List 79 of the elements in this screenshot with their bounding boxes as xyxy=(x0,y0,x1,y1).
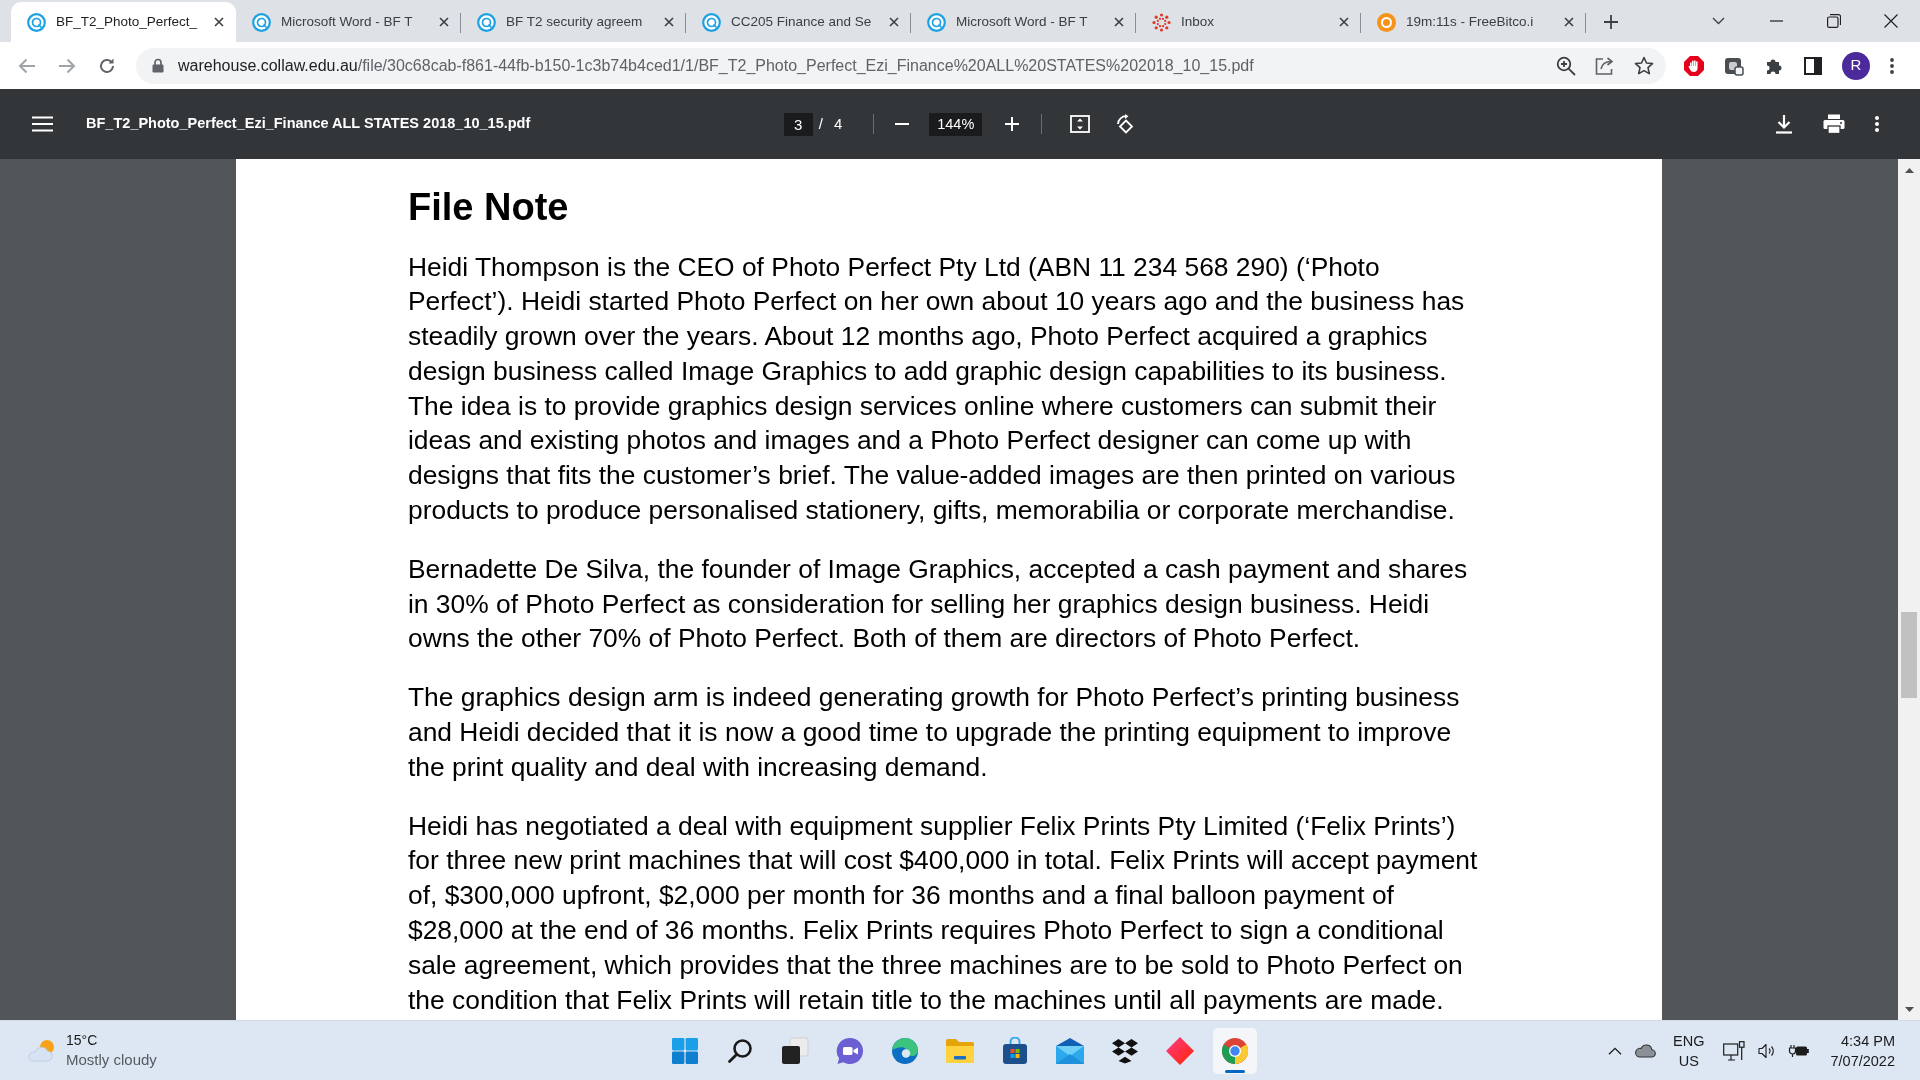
reload-icon[interactable] xyxy=(98,56,116,75)
scrollbar[interactable] xyxy=(1898,159,1920,1020)
search-icon xyxy=(727,1037,753,1064)
profile-avatar[interactable]: R xyxy=(1842,51,1870,80)
shopping-bag-icon xyxy=(1001,1036,1029,1065)
download-icon[interactable] xyxy=(1775,114,1793,134)
zoom-in-icon[interactable] xyxy=(1556,55,1576,76)
plus-icon[interactable] xyxy=(1604,15,1618,29)
region-code[interactable]: US xyxy=(1678,1050,1699,1071)
file-title: BF_T2_Photo_Perfect_Ezi_Finance ALL STATES 2018_10_15.pdf xyxy=(86,114,531,134)
body-paragraph: Bernadette De Silva, the founder of Image Graphics, accepted a cash payment and shares in 30% of Photo Perfect as consideration for selling her graphics design business. Heidi owns the other 70% of Photo Perfect. Both of them are directors of Photo Perfect. xyxy=(408,552,1469,656)
print-icon[interactable] xyxy=(1823,114,1845,134)
close-icon[interactable] xyxy=(1339,17,1349,27)
clock-date[interactable]: 7/07/2022 xyxy=(1830,1050,1895,1071)
ring-logo-icon xyxy=(252,12,271,32)
scrollbar-thumb[interactable] xyxy=(1901,612,1917,698)
lock-icon[interactable] xyxy=(152,58,164,73)
start-icon xyxy=(672,1037,698,1064)
envelope-icon xyxy=(1055,1036,1085,1065)
weather-condition[interactable]: Mostly cloudy xyxy=(66,1050,157,1070)
chevron-up-icon[interactable] xyxy=(1608,1046,1623,1055)
star-icon[interactable] xyxy=(1634,56,1654,75)
restore-icon[interactable] xyxy=(1826,14,1841,28)
stop-hand-icon[interactable] xyxy=(1684,55,1704,76)
diamonds-logo-icon xyxy=(1111,1037,1139,1064)
cloud-icon[interactable] xyxy=(1634,1043,1657,1058)
address-bar[interactable]: warehouse.collaw.edu.au/file/30c68cab-f861-44fb-b150-1c3b74b4ced1/1/BF_T2_Photo_Perfect_Ezi_Finance%20ALL%20STATES%202018_10_15.pdf xyxy=(136,47,1666,84)
dots-menu-icon[interactable] xyxy=(1890,57,1894,74)
browser-tab[interactable]: Microsoft Word - BF T xyxy=(911,2,1136,42)
arrow-down-icon[interactable] xyxy=(1904,1006,1914,1012)
fit-page-icon[interactable] xyxy=(1070,115,1091,133)
hamburger-menu-icon[interactable] xyxy=(32,116,53,132)
minimize-icon[interactable] xyxy=(1769,20,1783,22)
browser-tab[interactable]: BF T2 security agreem xyxy=(461,2,686,42)
coin-icon xyxy=(1377,12,1396,32)
body-paragraph: Heidi Thompson is the CEO of Photo Perfect Pty Ltd (ABN 11 234 568 290) (‘Photo Perfect’). Heidi started Photo Perfect on her own about 10 years ago and the business has steadily grown over the years. About 12 months ago, Photo Perfect acquired a graphics design business called Image Graphics to add graphic design capabilities to its business. The idea is to provide graphics design services online where customers can submit their ideas and existing photos and images and a Photo Perfect designer can come up with designs that fits the customer’s brief. The value-added images are then printed on various products to produce personalised stationery, gifts, memorabilia or corporate merchandise. xyxy=(408,250,1466,528)
page-number-field[interactable]: 3 xyxy=(783,112,813,136)
language-code[interactable]: ENG xyxy=(1673,1030,1705,1051)
close-icon[interactable] xyxy=(1564,17,1574,27)
close-icon[interactable] xyxy=(889,17,899,27)
ring-logo-icon xyxy=(477,12,496,32)
browser-tab[interactable]: Inbox xyxy=(1136,2,1361,42)
clock-time[interactable]: 4:34 PM xyxy=(1841,1030,1895,1051)
browser-tab[interactable]: CC205 Finance and Se xyxy=(686,2,911,42)
dotted-ring-icon xyxy=(1152,12,1171,32)
close-icon[interactable] xyxy=(664,17,674,27)
body-paragraph: The graphics design arm is indeed generating growth for Photo Perfect’s printing business and Heidi decided that it is now a good time to upgrade the printing equipment to improve the print quality and deal with increasing demand. xyxy=(408,681,1461,784)
ring-logo-icon xyxy=(927,12,946,32)
close-icon[interactable] xyxy=(1884,14,1899,28)
dots-menu-icon[interactable] xyxy=(1875,116,1879,132)
ring-logo-icon xyxy=(702,12,721,32)
share-icon[interactable] xyxy=(1595,56,1615,75)
chevron-down-icon[interactable] xyxy=(1712,17,1726,25)
overlapping-squares-icon xyxy=(781,1036,809,1065)
folder-icon xyxy=(945,1037,975,1064)
close-icon[interactable] xyxy=(214,17,224,27)
camera-bubble-icon xyxy=(836,1036,864,1065)
body-paragraph: Heidi has negotiated a deal with equipment supplier Felix Prints Pty Limited (‘Felix Prints’) for three new print machines that will cost $400,000 in total. Felix Prints will accept payment of, $300,000 upfront, $2,000 per month for 36 months and a final balloon payment of $28,000 at the end of 36 months. Felix Prints requires Photo Perfect to sign a conditional sale agreement, which provides that the three machines are to be sold to Photo Perfect on the condition that Felix Prints will retain title to the machines until all payments are made. xyxy=(408,809,1479,1017)
close-icon[interactable] xyxy=(1114,17,1124,27)
browser-tab[interactable]: 19m:11s - FreeBitco.i xyxy=(1361,2,1586,42)
close-icon[interactable] xyxy=(439,17,449,27)
temperature-text[interactable]: 15°C xyxy=(66,1031,157,1050)
ring-logo-icon xyxy=(27,12,46,32)
browser-tab[interactable]: Microsoft Word - BF T xyxy=(236,2,461,42)
minus-icon[interactable] xyxy=(895,123,910,125)
zoom-field[interactable]: 144% xyxy=(929,112,983,136)
battery-plug-icon[interactable] xyxy=(1788,1043,1810,1058)
arrow-up-icon[interactable] xyxy=(1904,167,1914,173)
speaker-icon[interactable] xyxy=(1758,1042,1777,1059)
browser-tab[interactable]: BF_T2_Photo_Perfect_ xyxy=(11,2,236,42)
tricolor-circle-icon xyxy=(1221,1036,1249,1065)
square-logo-icon[interactable] xyxy=(1724,55,1744,76)
diamond-icon xyxy=(1166,1036,1194,1065)
page-count: 4 xyxy=(833,113,843,134)
swirl-logo-icon xyxy=(891,1036,919,1065)
monitor-plug-icon[interactable] xyxy=(1723,1040,1747,1061)
side-panel-icon[interactable] xyxy=(1804,56,1822,75)
page-separator: / xyxy=(818,113,823,134)
document-heading: File Note xyxy=(408,185,570,230)
